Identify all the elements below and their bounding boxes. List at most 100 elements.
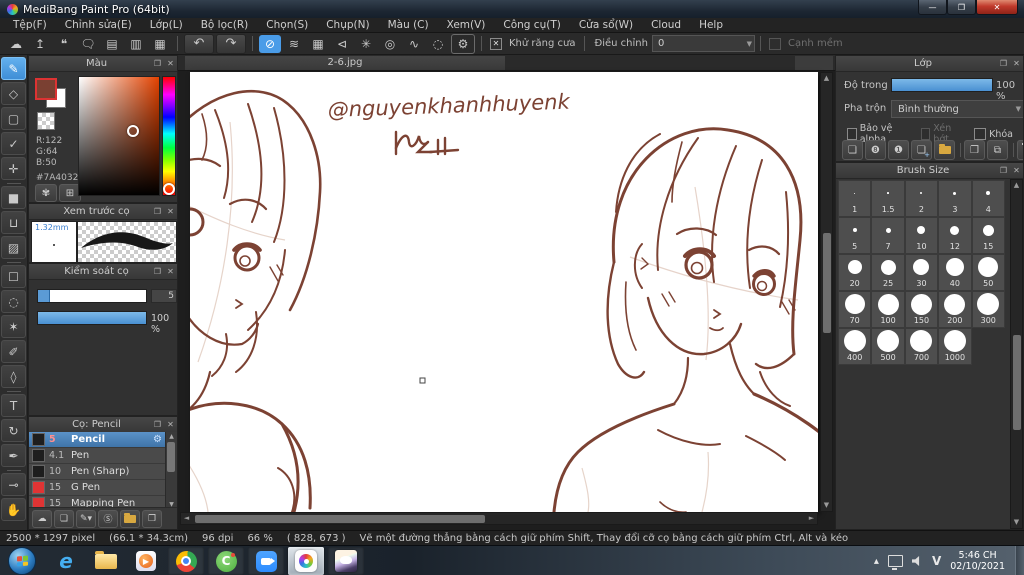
snap-radial-icon[interactable]: ✳: [355, 35, 377, 53]
sv-cursor[interactable]: [127, 125, 139, 137]
brush-size-cell[interactable]: 500: [871, 328, 905, 365]
brush-size-cell[interactable]: 2: [904, 180, 939, 217]
brush-size-cell[interactable]: 300: [971, 291, 1005, 328]
brush-list-item[interactable]: 5 Pencil ⚙: [29, 432, 167, 448]
new-layer-icon[interactable]: ❏: [842, 140, 863, 160]
popout-icon[interactable]: ❐: [997, 166, 1010, 175]
scroll-thumb[interactable]: [823, 233, 831, 333]
taskbar-coccoc-icon[interactable]: C: [208, 547, 244, 575]
lasso-tool[interactable]: ◌: [1, 290, 26, 313]
close-icon[interactable]: ✕: [164, 267, 177, 276]
tray-expand-icon[interactable]: ▴: [874, 556, 879, 567]
brush-size-cell[interactable]: 3: [938, 180, 972, 217]
cloud-brush-icon[interactable]: ☁: [32, 509, 52, 528]
brush-size-slider[interactable]: [37, 289, 147, 303]
popout-icon[interactable]: ❐: [151, 420, 164, 429]
menu-item-11[interactable]: Help: [690, 18, 732, 33]
duplicate-layer-icon[interactable]: ❐: [964, 140, 985, 160]
eyedropper-tool[interactable]: ⊸: [1, 473, 26, 496]
soft-edge-checkbox[interactable]: [768, 37, 781, 50]
close-icon[interactable]: ✕: [164, 59, 177, 68]
foreground-color-swatch[interactable]: [35, 78, 57, 100]
brush-size-cell[interactable]: 7: [871, 217, 905, 254]
document-icon[interactable]: ▤: [101, 35, 123, 53]
snap-settings-icon[interactable]: ⚙: [451, 33, 475, 54]
snap-off-icon[interactable]: ⊘: [259, 34, 281, 53]
brush-size-cell[interactable]: 15: [971, 217, 1005, 254]
snap-vanishing-icon[interactable]: ⊲: [331, 35, 353, 53]
bucket-tool[interactable]: ⊔: [1, 211, 26, 234]
fill-rect-tool[interactable]: ■: [1, 186, 26, 209]
popout-icon[interactable]: ❐: [151, 59, 164, 68]
hand-tool[interactable]: ✋: [1, 498, 26, 521]
transparent-color-swatch[interactable]: [37, 112, 55, 130]
text-tool[interactable]: T: [1, 394, 26, 417]
hue-cursor[interactable]: [163, 183, 175, 195]
brush-size-cell[interactable]: 200: [938, 291, 972, 328]
menu-item-1[interactable]: Chỉnh sửa(E): [56, 18, 141, 33]
close-button[interactable]: ✕: [976, 0, 1018, 15]
taskbar-chrome-icon[interactable]: [168, 547, 204, 575]
brush-size-cell[interactable]: 1.5: [871, 180, 905, 217]
language-indicator[interactable]: V: [932, 554, 941, 568]
shape-brush-tool[interactable]: ▢: [1, 107, 26, 130]
show-desktop-button[interactable]: [1015, 546, 1024, 575]
menu-item-6[interactable]: Màu (C): [379, 18, 438, 33]
snap-grid-icon[interactable]: ▦: [307, 35, 329, 53]
scroll-left-icon[interactable]: ◄: [181, 513, 192, 524]
scroll-up-icon[interactable]: ▲: [166, 432, 177, 441]
select-eraser-tool[interactable]: ◊: [1, 365, 26, 388]
saturation-value-picker[interactable]: [78, 76, 160, 196]
brush-list-scrollbar[interactable]: ▲ ▼: [165, 432, 177, 509]
brush-size-cell[interactable]: 5: [838, 217, 872, 254]
1bit-layer-icon[interactable]: ❶: [888, 140, 909, 160]
taskbar-explorer-icon[interactable]: [88, 547, 124, 575]
layer-folder-icon[interactable]: [934, 140, 955, 160]
menu-item-7[interactable]: Xem(V): [438, 18, 495, 33]
scroll-right-icon[interactable]: ►: [806, 513, 817, 524]
menu-item-3[interactable]: Bộ lọc(R): [192, 18, 258, 33]
layer-opacity-slider[interactable]: [891, 78, 993, 92]
taskbar-avatar-icon[interactable]: [328, 547, 364, 575]
snap-ellipse-icon[interactable]: ◌: [427, 35, 449, 53]
brush-list-item[interactable]: 4.1 Pen: [29, 448, 167, 464]
menu-item-10[interactable]: Cloud: [642, 18, 690, 33]
palette-icon[interactable]: ✾: [35, 184, 57, 202]
8bit-layer-icon[interactable]: ❽: [865, 140, 886, 160]
close-icon[interactable]: ✕: [1010, 59, 1023, 68]
taskbar-clock[interactable]: 5:46 CH 02/10/2021: [950, 550, 1005, 572]
menu-item-9[interactable]: Cửa sổ(W): [570, 18, 642, 33]
taskbar-ie-icon[interactable]: e: [48, 547, 84, 575]
scroll-thumb[interactable]: [1013, 335, 1021, 430]
brush-size-cell[interactable]: 12: [938, 217, 972, 254]
snap-pen-tool[interactable]: ✓: [1, 132, 26, 155]
snap-curve-icon[interactable]: ∿: [403, 35, 425, 53]
snap-concentric-icon[interactable]: ◎: [379, 35, 401, 53]
brush-size-cell[interactable]: 4: [971, 180, 1005, 217]
adjust-dropdown[interactable]: 0 ▼: [651, 35, 755, 52]
brush-size-cell[interactable]: 1000: [938, 328, 972, 365]
scroll-up-icon[interactable]: ▲: [821, 73, 832, 84]
upload-icon[interactable]: ↥: [29, 35, 51, 53]
close-icon[interactable]: ✕: [1010, 166, 1023, 175]
new-brush-icon[interactable]: ❏: [54, 509, 74, 528]
menu-item-5[interactable]: Chụp(N): [317, 18, 378, 33]
document-tab[interactable]: 2-6.jpg: [185, 56, 505, 70]
brush-size-cell[interactable]: 150: [904, 291, 939, 328]
duplicate-brush-icon[interactable]: ❐: [142, 509, 162, 528]
brush-folder-icon[interactable]: [120, 509, 140, 528]
select-rect-tool[interactable]: ☐: [1, 265, 26, 288]
minimize-button[interactable]: —: [918, 0, 947, 15]
comment-icon[interactable]: ❝: [53, 35, 75, 53]
popout-icon[interactable]: ❐: [997, 59, 1010, 68]
tab-scroll-area[interactable]: [795, 56, 833, 70]
scroll-thumb[interactable]: [195, 515, 485, 523]
eraser-tool[interactable]: ◇: [1, 82, 26, 105]
select-pen-tool[interactable]: ✐: [1, 340, 26, 363]
scroll-up-icon[interactable]: ▲: [1011, 180, 1022, 191]
start-button[interactable]: [8, 547, 36, 575]
popout-icon[interactable]: ❐: [151, 207, 164, 216]
cloud-save-icon[interactable]: ☁: [5, 35, 27, 53]
undo-icon[interactable]: ↶: [184, 33, 214, 54]
close-icon[interactable]: ✕: [164, 420, 177, 429]
